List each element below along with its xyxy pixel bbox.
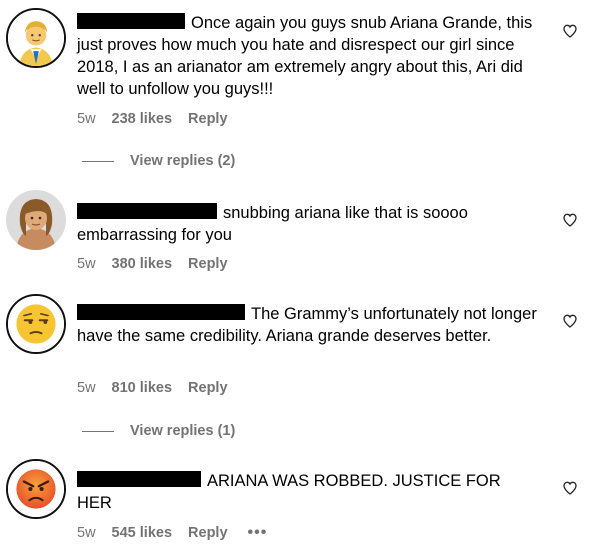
avatar[interactable] [6,8,66,68]
more-options-icon[interactable]: ••• [248,524,268,542]
avatar[interactable] [6,294,66,354]
avatar[interactable] [6,190,66,250]
view-replies-label: View replies (2) [130,153,236,169]
view-replies-button[interactable]: View replies (2) [82,153,235,169]
person-emoji-icon [8,10,64,66]
like-button[interactable] [562,212,578,228]
view-replies-button[interactable]: View replies (1) [82,423,235,439]
heart-outline-icon [563,213,577,227]
divider-line [82,160,114,162]
comment-meta: 5w 545 likes Reply ••• [77,524,267,542]
avatar[interactable] [6,459,66,519]
angry-face-icon [8,461,64,517]
like-button[interactable] [562,23,578,39]
comment-meta: 5w 380 likes Reply [77,256,228,272]
comment-meta: 5w 810 likes Reply [77,380,228,396]
heart-outline-icon [563,24,577,38]
heart-outline-icon [563,314,577,328]
comment-meta: 5w 238 likes Reply [77,111,228,127]
comment-likes[interactable]: 810 likes [112,380,172,396]
comment-text: ARIANA WAS ROBBED. JUSTICE FOR HER [77,471,501,512]
redacted-username [77,13,185,29]
reply-button[interactable]: Reply [188,111,228,127]
redacted-username [77,471,201,487]
comment-text: Once again you guys snub Ariana Grande, … [77,13,533,98]
comment-time: 5w [77,256,96,272]
redacted-username [77,304,245,320]
comment-time: 5w [77,111,96,127]
like-button[interactable] [562,313,578,329]
unamused-face-icon [8,296,64,352]
redacted-username [77,203,217,219]
comment-likes[interactable]: 238 likes [112,111,172,127]
comment-text: The Grammy’s unfortunately not longer ha… [77,304,537,345]
like-button[interactable] [562,480,578,496]
divider-line [82,430,114,432]
woman-emoji-icon [6,190,66,250]
view-replies-label: View replies (1) [130,423,236,439]
comment-text: snubbing ariana like that is soooo embar… [77,203,468,244]
comment-time: 5w [77,525,96,541]
reply-button[interactable]: Reply [188,525,228,541]
heart-outline-icon [563,481,577,495]
comment-likes[interactable]: 545 likes [112,525,172,541]
comment-likes[interactable]: 380 likes [112,256,172,272]
comment-time: 5w [77,380,96,396]
reply-button[interactable]: Reply [188,256,228,272]
reply-button[interactable]: Reply [188,380,228,396]
